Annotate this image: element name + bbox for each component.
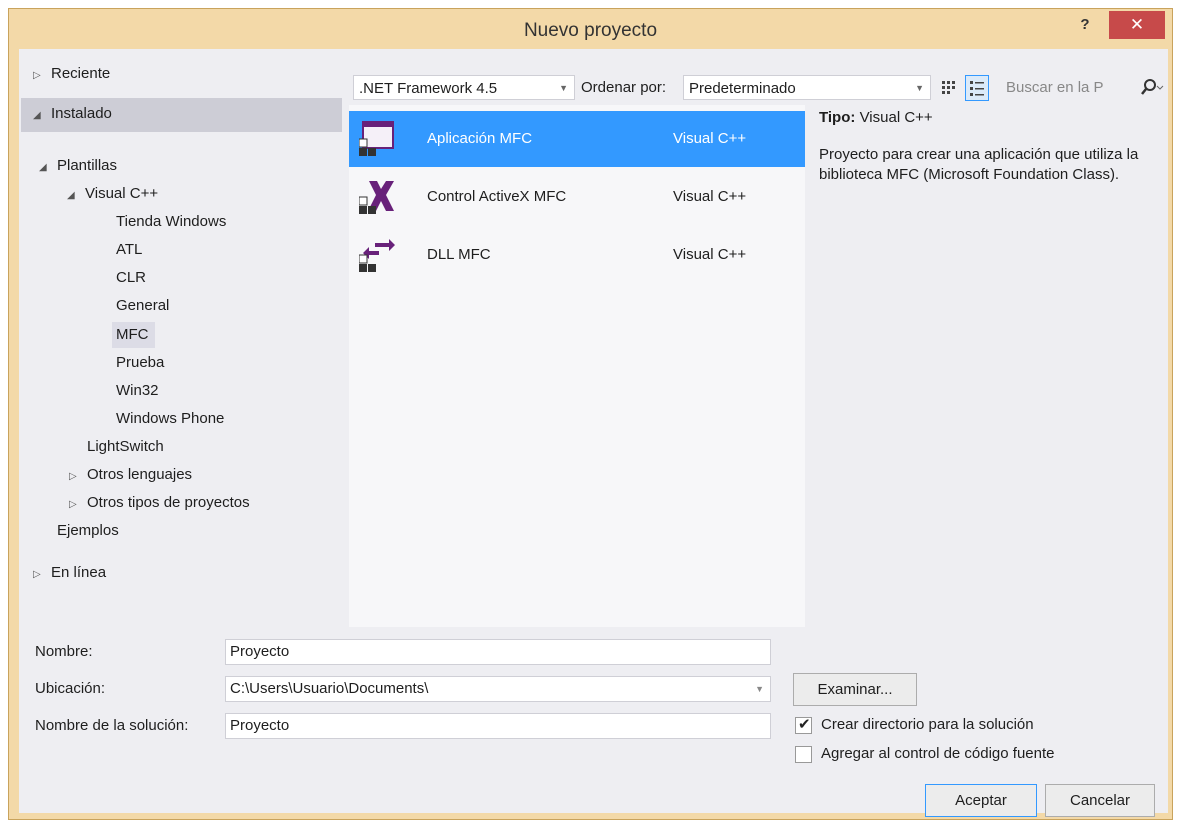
expand-triangle-icon[interactable]: ▷ bbox=[69, 492, 83, 518]
tree-item-mfc[interactable]: MFC bbox=[116, 322, 149, 348]
tree-item-lightswitch[interactable]: LightSwitch bbox=[87, 434, 164, 460]
expand-triangle-icon[interactable]: ▷ bbox=[69, 464, 83, 490]
collapse-triangle-icon[interactable]: ◢ bbox=[33, 103, 47, 129]
tree-item-label: Otros tipos de proyectos bbox=[87, 494, 250, 511]
search-input[interactable]: Buscar en la P bbox=[1006, 79, 1104, 96]
template-description: Proyecto para crear una aplicación que u… bbox=[819, 146, 1139, 183]
help-button[interactable]: ? bbox=[1073, 13, 1097, 37]
expand-triangle-icon[interactable]: ▷ bbox=[33, 562, 47, 588]
tree-item-installed[interactable]: ◢ Instalado bbox=[33, 101, 112, 127]
template-name: Aplicación MFC bbox=[427, 130, 533, 147]
expand-triangle-icon[interactable]: ▷ bbox=[33, 63, 47, 89]
small-icons-view-button[interactable] bbox=[937, 75, 961, 101]
template-info-pane: Tipo: Visual C++ Proyecto para crear una… bbox=[819, 107, 1149, 185]
framework-select[interactable]: .NET Framework 4.5 ▼ bbox=[353, 75, 575, 100]
tree-item-label: En línea bbox=[51, 564, 107, 581]
tree-item-visual-cpp[interactable]: ◢ Visual C++ bbox=[67, 181, 158, 207]
tree-item-tienda-windows[interactable]: Tienda Windows bbox=[116, 209, 226, 235]
template-type-label: Tipo: bbox=[819, 109, 856, 126]
tree-item-other-languages[interactable]: ▷ Otros lenguajes bbox=[69, 462, 192, 488]
template-language: Visual C++ bbox=[673, 246, 747, 263]
dialog-window: Nuevo proyecto ? ✕ ▷ Reciente ◢ Instalado … bbox=[8, 8, 1173, 820]
tree-item-online[interactable]: ▷ En línea bbox=[33, 560, 106, 586]
template-row-mfc-dll[interactable]: DLL MFC Visual C++ bbox=[349, 227, 805, 283]
template-list: Aplicación MFC Visual C++ Control Active… bbox=[349, 105, 805, 627]
collapse-triangle-icon[interactable]: ◢ bbox=[39, 155, 53, 181]
browse-button[interactable]: Examinar... bbox=[793, 673, 917, 706]
dialog-title: Nuevo proyecto bbox=[523, 20, 658, 41]
solution-name-field[interactable]: Proyecto bbox=[225, 713, 771, 739]
list-view-icon[interactable] bbox=[966, 76, 988, 100]
close-icon[interactable]: ✕ bbox=[1130, 15, 1144, 34]
sort-label: Ordenar por: bbox=[581, 79, 667, 96]
framework-select-value: .NET Framework 4.5 bbox=[359, 80, 498, 97]
tree-item-label: Instalado bbox=[51, 105, 112, 122]
template-row-mfc-activex[interactable]: Control ActiveX MFC Visual C++ bbox=[349, 169, 805, 225]
sort-select-value: Predeterminado bbox=[689, 80, 796, 97]
mfc-dll-icon bbox=[359, 239, 395, 272]
tree-item-templates[interactable]: ◢ Plantillas bbox=[39, 153, 117, 179]
tree-item-label: Visual C++ bbox=[85, 185, 159, 202]
close-button[interactable]: ✕ bbox=[1109, 11, 1165, 39]
mfc-app-icon bbox=[359, 121, 394, 156]
tree-item-prueba[interactable]: Prueba bbox=[116, 350, 164, 376]
tree-item-label: Otros lenguajes bbox=[87, 466, 193, 483]
dialog-client: ▷ Reciente ◢ Instalado ◢ Plantillas ◢ Visual… bbox=[19, 49, 1168, 817]
tree-item-other-project-types[interactable]: ▷ Otros tipos de proyectos bbox=[69, 490, 250, 516]
source-control-checkbox[interactable] bbox=[795, 746, 812, 763]
template-name: DLL MFC bbox=[427, 246, 491, 263]
create-directory-checkbox[interactable]: ✔ bbox=[795, 716, 812, 734]
collapse-triangle-icon[interactable]: ◢ bbox=[67, 183, 81, 209]
solution-name-label: Nombre de la solución: bbox=[35, 717, 189, 734]
tree-item-atl[interactable]: ATL bbox=[116, 237, 142, 263]
checkmark-icon: ✔ bbox=[798, 716, 811, 733]
mfc-activex-icon bbox=[359, 181, 394, 214]
list-view-button[interactable] bbox=[965, 75, 989, 101]
template-row-mfc-app[interactable]: Aplicación MFC Visual C++ bbox=[349, 111, 805, 167]
chevron-down-icon[interactable]: ▼ bbox=[915, 76, 924, 101]
location-label: Ubicación: bbox=[35, 680, 106, 697]
title-bar[interactable]: Nuevo proyecto ? ✕ bbox=[9, 9, 1172, 49]
tree-item-win32[interactable]: Win32 bbox=[116, 378, 159, 404]
source-control-label[interactable]: Agregar al control de código fuente bbox=[821, 741, 1055, 767]
tree-item-general[interactable]: General bbox=[116, 293, 169, 319]
template-type: Tipo: Visual C++ bbox=[819, 107, 1149, 129]
search-box[interactable]: Buscar en la P bbox=[1001, 75, 1168, 100]
location-value[interactable]: C:\Users\Usuario\Documents\ bbox=[230, 680, 428, 697]
template-name: Control ActiveX MFC bbox=[427, 188, 567, 205]
create-directory-label[interactable]: Crear directorio para la solución bbox=[821, 712, 1034, 738]
template-language: Visual C++ bbox=[673, 130, 747, 147]
tree-item-label: Plantillas bbox=[57, 157, 118, 174]
name-label: Nombre: bbox=[35, 643, 93, 660]
template-type-value: Visual C++ bbox=[859, 109, 933, 126]
small-icons-view-icon[interactable] bbox=[937, 75, 961, 101]
tree-item-label: Reciente bbox=[51, 65, 111, 82]
search-icon[interactable] bbox=[1138, 75, 1164, 108]
tree-item-recent[interactable]: ▷ Reciente bbox=[33, 61, 110, 87]
cancel-button[interactable]: Cancelar bbox=[1045, 784, 1155, 817]
location-field[interactable]: C:\Users\Usuario\Documents\ ▼ bbox=[225, 676, 771, 702]
sort-select[interactable]: Predeterminado ▼ bbox=[683, 75, 931, 100]
tree-item-clr[interactable]: CLR bbox=[116, 265, 146, 291]
template-language: Visual C++ bbox=[673, 188, 747, 205]
tree-item-windows-phone[interactable]: Windows Phone bbox=[116, 406, 224, 432]
chevron-down-icon[interactable]: ▼ bbox=[755, 677, 764, 701]
name-field[interactable]: Proyecto bbox=[225, 639, 771, 665]
ok-button[interactable]: Aceptar bbox=[925, 784, 1037, 817]
chevron-down-icon[interactable]: ▼ bbox=[559, 76, 568, 101]
tree-item-samples[interactable]: Ejemplos bbox=[57, 518, 119, 544]
